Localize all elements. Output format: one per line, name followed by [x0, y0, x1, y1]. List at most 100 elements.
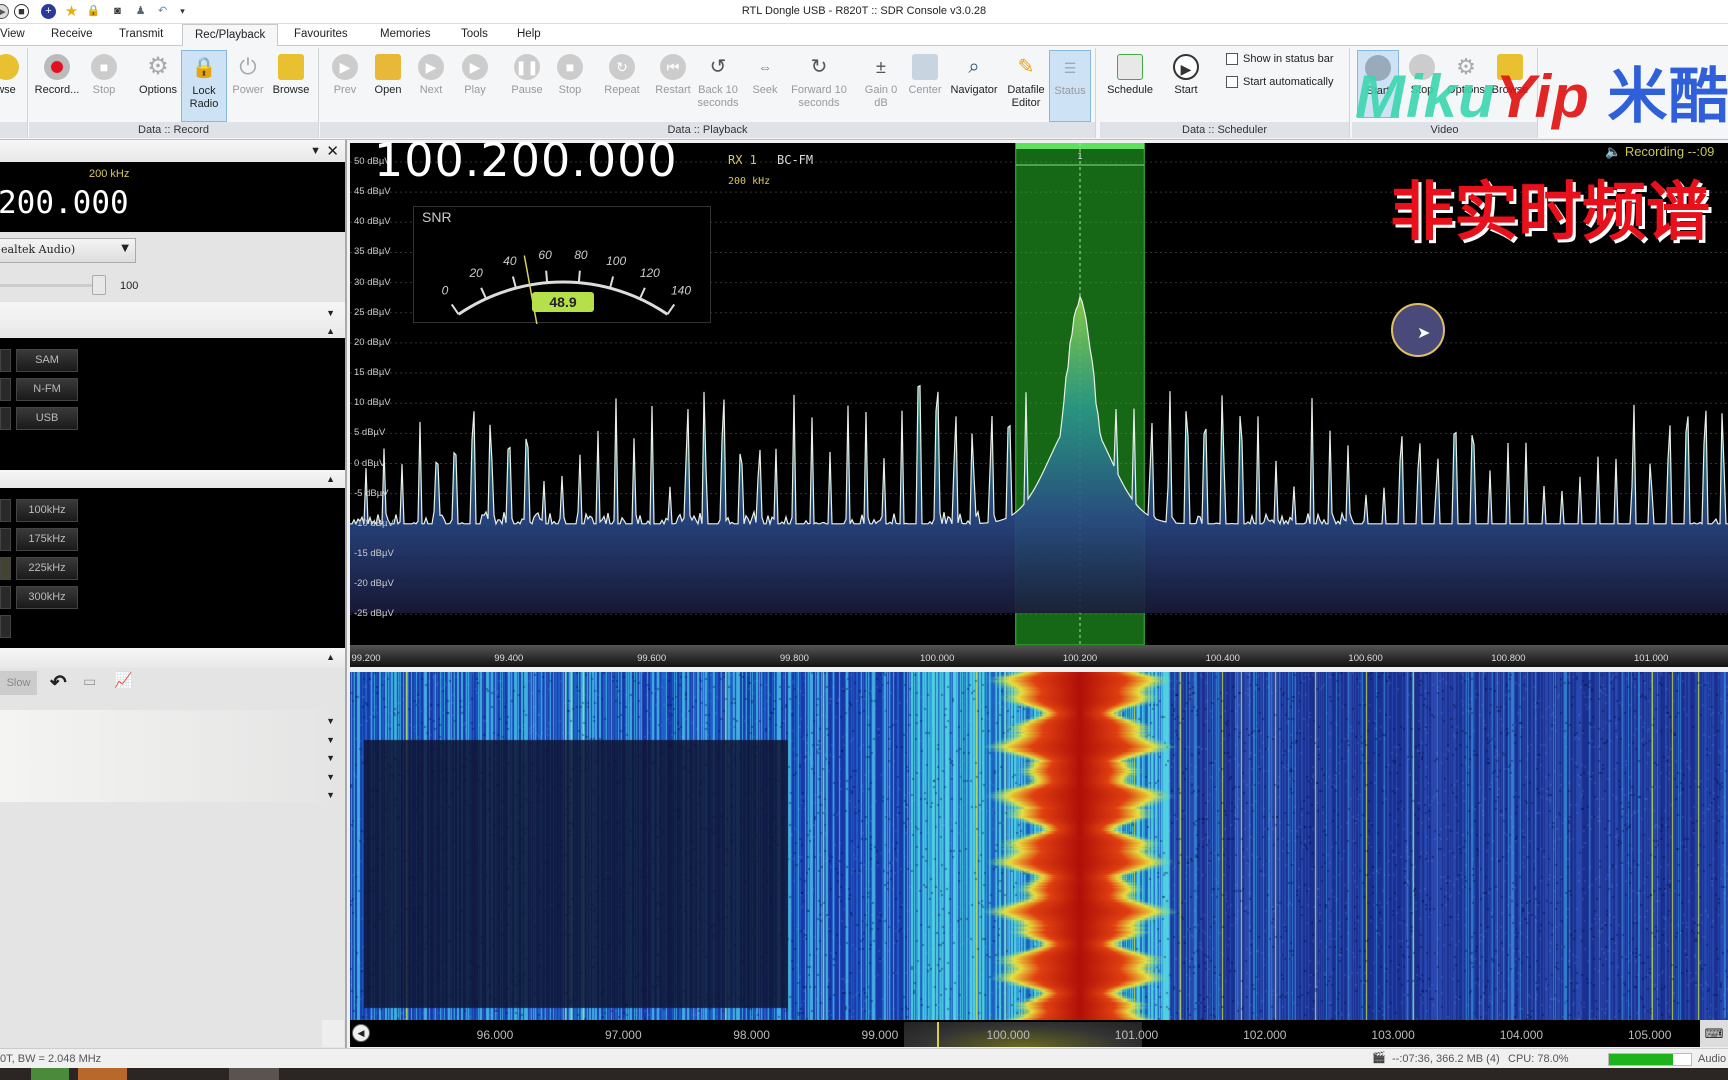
- screen-icon[interactable]: ▭: [83, 673, 96, 690]
- browse-partial-button[interactable]: wse: [0, 50, 21, 118]
- undo-icon[interactable]: ↶: [50, 670, 67, 695]
- receiver-panel: ▼ ✕ 200 kHz 200.000 ealtek Audio) ▼ 100 ▼…: [0, 140, 347, 1048]
- power-icon: ⏻: [239, 54, 257, 79]
- overview-freq-label: 101.000: [1114, 1028, 1159, 1042]
- meter-tick-label: 100: [606, 254, 626, 268]
- freq-tick-label: 100.200: [1062, 653, 1098, 664]
- stop-icon: ■: [557, 54, 583, 80]
- repeat-button[interactable]: ↻ Repeat: [599, 50, 645, 118]
- back-10-button[interactable]: ↺ Back 10 seconds: [693, 50, 743, 118]
- stop-icon: ■: [91, 54, 117, 80]
- lock-icon: 🔒: [191, 57, 217, 79]
- forward-10-button[interactable]: ↻ Forward 10 seconds: [788, 50, 850, 118]
- tab-receive[interactable]: Receive: [51, 28, 93, 40]
- mode-usb-button[interactable]: USB: [16, 407, 78, 430]
- record-icon: [44, 54, 70, 80]
- volume-value: 100: [120, 280, 139, 292]
- taskbar: [0, 1068, 1728, 1080]
- next-button[interactable]: ▶ Next: [408, 50, 454, 118]
- group-label: Data :: Scheduler: [1100, 122, 1349, 138]
- frequency-axis[interactable]: 99.200 99.400 99.600 99.800 100.000 100.200 10…: [350, 645, 1728, 667]
- schedule-button[interactable]: Schedule: [1103, 50, 1157, 118]
- power-button[interactable]: ⏻ Power: [225, 50, 271, 118]
- center-button[interactable]: Center: [902, 50, 948, 118]
- meter-needle: [523, 255, 538, 324]
- section-header[interactable]: ▲: [0, 470, 345, 488]
- db-tick-label: 0 dBµV: [354, 457, 386, 469]
- freq-tick-label: 99.200: [351, 653, 381, 664]
- tab-tools[interactable]: Tools: [461, 28, 488, 40]
- cursor-icon: ➤: [1417, 325, 1431, 342]
- tab-transmit[interactable]: Transmit: [119, 28, 163, 40]
- filter-225khz-button[interactable]: 225kHz: [16, 557, 78, 580]
- lock-radio-button[interactable]: 🔒 Lock Radio: [181, 50, 227, 122]
- collapsed-sections[interactable]: ▼ ▼ ▼ ▼ ▼: [0, 710, 345, 802]
- section-header[interactable]: ▼ ▲: [0, 302, 345, 338]
- db-tick-label: 25 dBµV: [354, 306, 391, 318]
- tab-rec-playback[interactable]: Rec/Playback: [182, 24, 279, 47]
- pause-scroll-icon[interactable]: ◀: [352, 1024, 370, 1042]
- dropdown-icon[interactable]: ▼: [310, 145, 321, 157]
- show-in-status-bar-checkbox[interactable]: Show in status bar: [1226, 53, 1334, 65]
- status-recording: --:07:36, 366.2 MB (4): [1392, 1053, 1500, 1065]
- navigator-button[interactable]: ⌕ Navigator: [947, 50, 1001, 118]
- start-automatically-checkbox[interactable]: Start automatically: [1226, 76, 1333, 88]
- tab-view[interactable]: View: [0, 28, 25, 40]
- group-label: Data :: Record: [29, 122, 318, 138]
- record-stop-button[interactable]: ■ Stop: [81, 50, 127, 118]
- pencil-icon: ✎: [1017, 56, 1035, 78]
- title-bar: ▶ ■ + ★ 🔒 ◙ ♟ ↶ ▾ RTL Dongle USB - R820T…: [0, 0, 1728, 24]
- waterfall-display[interactable]: [350, 672, 1728, 1020]
- play-icon: ▶: [1173, 54, 1199, 80]
- tab-memories[interactable]: Memories: [380, 28, 430, 40]
- meter-tick: [638, 287, 646, 300]
- mode-nfm-button[interactable]: N-FM: [16, 378, 78, 401]
- pause-button[interactable]: ❚❚ Pause: [504, 50, 550, 118]
- record-options-button[interactable]: ⚙ Options: [135, 50, 181, 118]
- prev-icon: ▶: [332, 54, 358, 80]
- datafile-editor-button[interactable]: ✎ Datafile Editor: [1003, 50, 1049, 118]
- db-tick-label: 15 dBµV: [354, 367, 391, 379]
- spectrum-display[interactable]: 1 50 dBµV 45 dBµV 40 dBµV 35 dBµV 30 dBµV 25 …: [350, 133, 1728, 645]
- seek-button[interactable]: ⇔ Seek: [742, 50, 788, 118]
- overview-freq-label: 99.000: [861, 1028, 899, 1042]
- chart-icon[interactable]: 📈: [114, 671, 133, 689]
- slow-button[interactable]: Slow: [0, 671, 37, 695]
- filter-100khz-button[interactable]: 100kHz: [16, 499, 78, 522]
- section-header[interactable]: ▲: [0, 648, 345, 668]
- playback-stop-button[interactable]: ■ Stop: [547, 50, 593, 118]
- overview-freq-label: 103.000: [1371, 1028, 1415, 1042]
- gain-button[interactable]: ± Gain 0 dB: [858, 50, 904, 118]
- browse-icon: [0, 54, 19, 80]
- tab-help[interactable]: Help: [517, 28, 541, 40]
- volume-slider[interactable]: [0, 284, 100, 287]
- filter-300khz-button[interactable]: 300kHz: [16, 586, 78, 609]
- folder-icon: [375, 54, 401, 80]
- mouse-cursor-highlight: ➤: [1391, 303, 1445, 357]
- play-button[interactable]: ▶ Play: [452, 50, 498, 118]
- db-tick-label: 20 dBµV: [354, 336, 391, 348]
- status-button[interactable]: ☰ Status: [1049, 50, 1091, 122]
- filter-175khz-button[interactable]: 175kHz: [16, 528, 78, 551]
- freq-tick-label: 100.000: [920, 653, 955, 664]
- prev-button[interactable]: ▶ Prev: [322, 50, 368, 118]
- keyboard-icon[interactable]: ⌨: [1700, 1020, 1728, 1047]
- audio-device-select[interactable]: ealtek Audio) ▼: [0, 238, 136, 263]
- recording-status: 🔈 Recording --:09: [1605, 144, 1715, 159]
- gear-icon: ⚙: [147, 53, 169, 80]
- record-browse-button[interactable]: Browse: [268, 50, 314, 118]
- snr-meter: SNR 0 20 40 60 80 100 120 140 48.9: [413, 206, 711, 324]
- open-button[interactable]: Open: [365, 50, 411, 118]
- volume-slider-handle[interactable]: [92, 275, 106, 295]
- vfo-frequency[interactable]: 100.200.000: [374, 133, 678, 187]
- close-icon[interactable]: ✕: [326, 142, 339, 160]
- restart-button[interactable]: ⏮ Restart: [650, 50, 696, 118]
- waterfall-overview-axis[interactable]: ◀ ⌨ 96.000 97.000 98.000 99.000 100.000 101.0…: [322, 1020, 1728, 1047]
- tab-favourites[interactable]: Favourites: [294, 28, 348, 40]
- pause-icon: ❚❚: [514, 54, 540, 80]
- scheduler-start-button[interactable]: ▶ Start: [1163, 50, 1209, 118]
- db-tick-label: 5 dBµV: [354, 427, 386, 439]
- overview-freq-label: 98.000: [733, 1028, 770, 1042]
- record-button[interactable]: Record...: [31, 50, 83, 118]
- mode-sam-button[interactable]: SAM: [16, 349, 78, 372]
